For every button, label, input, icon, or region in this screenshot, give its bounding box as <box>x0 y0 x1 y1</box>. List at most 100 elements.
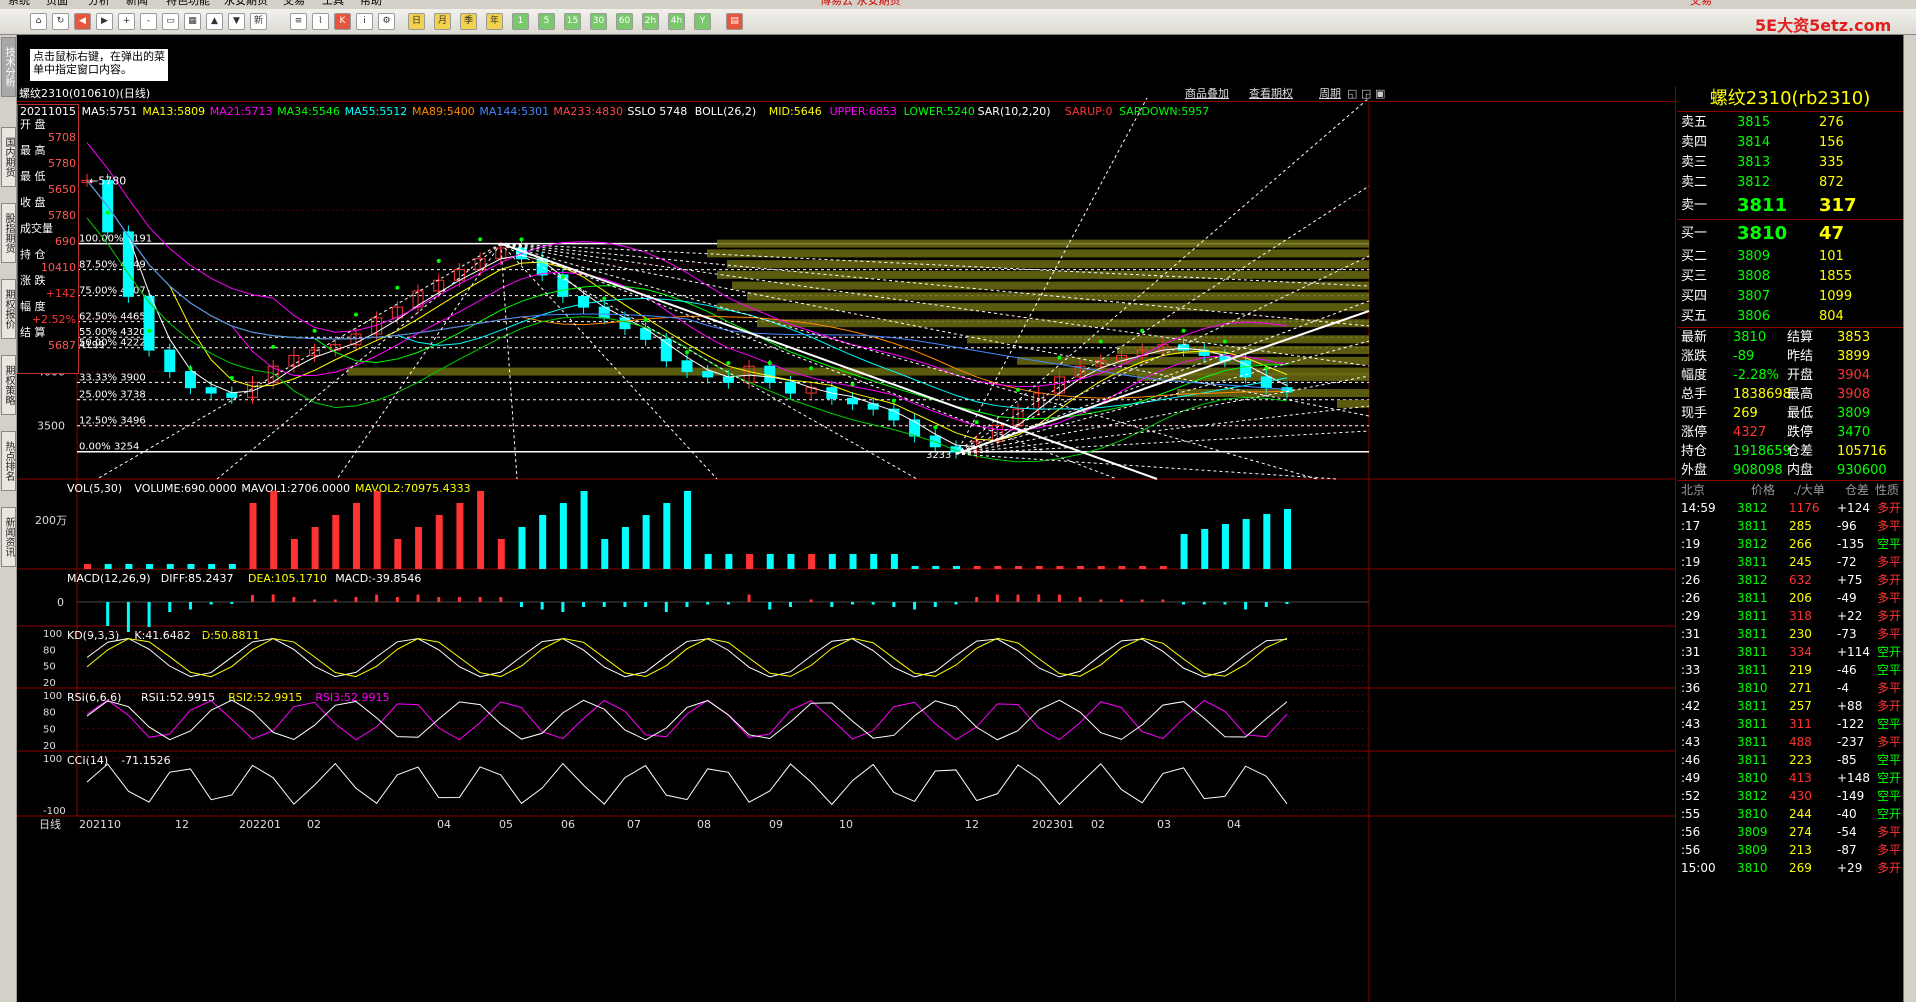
news-icon[interactable]: 新 <box>250 13 267 30</box>
tick-row[interactable]: 15:00 3810 269 +29 多开 <box>1677 859 1903 877</box>
menu-item[interactable]: 系统 <box>8 0 30 6</box>
list-icon[interactable]: ≡ <box>290 13 307 30</box>
candle-body <box>578 295 590 308</box>
stat-row[interactable]: 最新 3810 结算 3853 <box>1677 328 1903 347</box>
left-tab[interactable]: 技术分析 <box>1 37 16 97</box>
stat-row[interactable]: 涨停 4327 跌停 3470 <box>1677 423 1903 442</box>
period-button[interactable]: 年 <box>486 13 503 30</box>
bid-row[interactable]: 买四 3807 1099 <box>1677 287 1903 307</box>
up-icon[interactable]: ▲ <box>206 13 223 30</box>
period-button[interactable]: 1 <box>512 13 529 30</box>
period-button[interactable]: 5 <box>538 13 555 30</box>
chart-link[interactable]: 商品叠加 <box>1185 86 1229 101</box>
period-button[interactable]: 60 <box>616 13 633 30</box>
period-button[interactable]: 2h <box>642 13 659 30</box>
zoomin-icon[interactable]: + <box>118 13 135 30</box>
stat-row[interactable]: 持仓 1918659 仓差 105716 <box>1677 442 1903 461</box>
tick-row[interactable]: :19 3811 245 -72 多平 <box>1677 553 1903 571</box>
tick-row[interactable]: :55 3810 244 -40 空开 <box>1677 805 1903 823</box>
window-control-icon[interactable]: ▣ <box>1375 86 1385 101</box>
linechart-icon[interactable]: ⌇ <box>312 13 329 30</box>
left-tab[interactable]: 热点排名 <box>1 431 16 491</box>
back-icon[interactable]: ◀ <box>74 13 91 30</box>
bid-row[interactable]: 买五 3806 804 <box>1677 307 1903 327</box>
period-button[interactable]: 15 <box>564 13 581 30</box>
tick-row[interactable]: :43 3811 488 -237 多平 <box>1677 733 1903 751</box>
tick-row[interactable]: :52 3812 430 -149 空平 <box>1677 787 1903 805</box>
fib-level-label: 55.00% 4320 <box>79 327 146 338</box>
stat-row[interactable]: 现手 269 最低 3809 <box>1677 404 1903 423</box>
tick-row[interactable]: :31 3811 334 +114 空开 <box>1677 643 1903 661</box>
chart-pane[interactable]: 100.00% 5191 87.50% 4949 75.00% 4707 62.50%… <box>17 86 1676 1002</box>
settings-icon[interactable]: ⚙ <box>378 13 395 30</box>
bid-row-cell: 买一 <box>1681 226 1708 241</box>
tick-row[interactable]: :33 3811 219 -46 空平 <box>1677 661 1903 679</box>
refresh-icon[interactable]: ↻ <box>52 13 69 30</box>
menu-item[interactable]: 交易 <box>283 0 305 6</box>
ask-row[interactable]: 卖五 3815 276 <box>1677 113 1903 133</box>
bid-row[interactable]: 买一 3810 47 <box>1677 221 1903 247</box>
zoomout-icon[interactable]: - <box>140 13 157 30</box>
tile-icon[interactable]: ▦ <box>184 13 201 30</box>
menu-item[interactable]: 分析 <box>88 0 110 6</box>
bid-row[interactable]: 买二 3809 101 <box>1677 247 1903 267</box>
bid-row[interactable]: 买三 3808 1855 <box>1677 267 1903 287</box>
left-tab[interactable]: 期权策略 <box>1 355 16 415</box>
tick-row[interactable]: :56 3809 274 -54 多平 <box>1677 823 1903 841</box>
trade-menu-button[interactable]: 交易 <box>1690 0 1712 6</box>
down-icon[interactable]: ▼ <box>228 13 245 30</box>
chart-link[interactable]: 周期 <box>1319 86 1341 101</box>
tick-row[interactable]: :31 3811 230 -73 多平 <box>1677 625 1903 643</box>
menu-item[interactable]: 工具 <box>322 0 344 6</box>
chart-link[interactable]: 查看期权 <box>1249 86 1293 101</box>
period-button[interactable]: 30 <box>590 13 607 30</box>
tick-row[interactable]: :26 3811 206 -49 多平 <box>1677 589 1903 607</box>
tick-row[interactable]: 14:59 3812 1176 +124 多开 <box>1677 499 1903 517</box>
fwd-icon[interactable]: ▶ <box>96 13 113 30</box>
tick-row[interactable]: :49 3810 413 +148 空开 <box>1677 769 1903 787</box>
period-button[interactable]: 日 <box>408 13 425 30</box>
tick-header-cell: ./大单 <box>1793 483 1825 497</box>
mid-price-mark: 4199 <box>79 340 104 351</box>
kline-icon[interactable]: K <box>334 13 351 30</box>
window-control-icon[interactable]: ◲ <box>1361 86 1371 101</box>
window-icon[interactable]: ▭ <box>162 13 179 30</box>
stat-row[interactable]: 幅度 -2.28% 开盘 3904 <box>1677 366 1903 385</box>
stat-row[interactable]: 涨跌 -89 昨结 3899 <box>1677 347 1903 366</box>
menu-item[interactable]: 帮助 <box>360 0 382 6</box>
tick-row[interactable]: :17 3811 285 -96 多平 <box>1677 517 1903 535</box>
tick-cell: -49 <box>1837 591 1857 605</box>
ask-row[interactable]: 卖一 3811 317 <box>1677 193 1903 219</box>
tick-row[interactable]: :26 3812 632 +75 多开 <box>1677 571 1903 589</box>
left-tab[interactable]: 国内期货 <box>1 127 16 187</box>
period-button[interactable]: 4h <box>668 13 685 30</box>
chart-canvas[interactable]: 100.00% 5191 87.50% 4949 75.00% 4707 62.50%… <box>17 86 1676 1002</box>
tick-row[interactable]: :19 3812 266 -135 空平 <box>1677 535 1903 553</box>
tick-row[interactable]: :36 3810 271 -4 多平 <box>1677 679 1903 697</box>
tick-row[interactable]: :56 3809 213 -87 多平 <box>1677 841 1903 859</box>
menu-item[interactable]: 特色功能 <box>166 0 210 6</box>
menu-item[interactable]: 页面 <box>46 0 68 6</box>
stat-row[interactable]: 外盘 908098 内盘 930600 <box>1677 461 1903 480</box>
window-control-icon[interactable]: ◱ <box>1347 86 1357 101</box>
left-tab[interactable]: 期权报价 <box>1 279 16 339</box>
ask-row[interactable]: 卖三 3813 335 <box>1677 153 1903 173</box>
tick-row[interactable]: :29 3811 318 +22 多开 <box>1677 607 1903 625</box>
left-tab[interactable]: 新闻资讯 <box>1 507 16 567</box>
right-scroll-strip[interactable] <box>1903 35 1916 1002</box>
tick-row[interactable]: :43 3811 311 -122 空平 <box>1677 715 1903 733</box>
ask-row[interactable]: 卖四 3814 156 <box>1677 133 1903 153</box>
tick-row[interactable]: :42 3811 257 +88 多开 <box>1677 697 1903 715</box>
period-button[interactable]: 季 <box>460 13 477 30</box>
calendar-icon[interactable]: ▤ <box>726 13 743 30</box>
period-button[interactable]: 月 <box>434 13 451 30</box>
stat-row[interactable]: 总手 1838698 最高 3908 <box>1677 385 1903 404</box>
menu-item[interactable]: 永安期货 <box>224 0 268 6</box>
period-button[interactable]: Y <box>694 13 711 30</box>
info-icon[interactable]: i <box>356 13 373 30</box>
left-tab[interactable]: 股指期货 <box>1 203 16 263</box>
ask-row[interactable]: 卖二 3812 872 <box>1677 173 1903 193</box>
home-icon[interactable]: ⌂ <box>30 13 47 30</box>
tick-row[interactable]: :46 3811 223 -85 空平 <box>1677 751 1903 769</box>
menu-item[interactable]: 新闻 <box>126 0 148 6</box>
